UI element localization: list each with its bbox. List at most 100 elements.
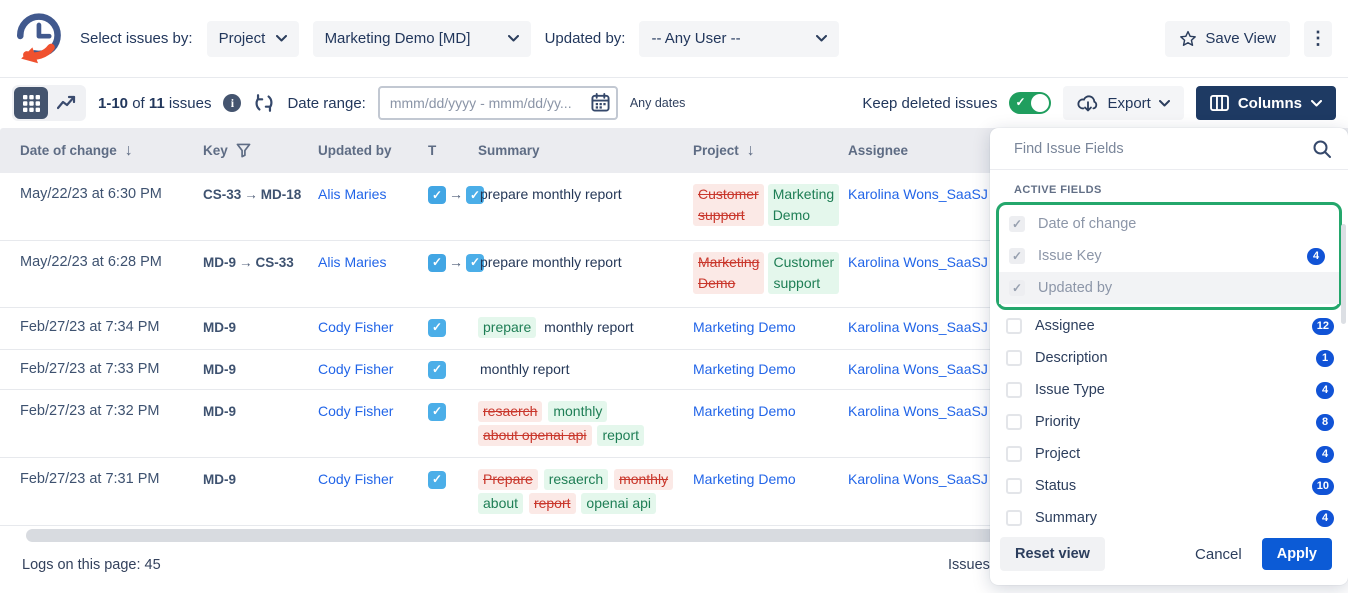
unchecked-checkbox[interactable]: [1006, 446, 1022, 462]
added-value-chip: prepare: [478, 317, 536, 338]
field-item-status[interactable]: Status10: [990, 470, 1348, 502]
sort-desc-icon[interactable]: ↓: [125, 142, 133, 160]
project-link[interactable]: Marketing Demo: [693, 403, 796, 419]
field-label: Assignee: [1035, 318, 1299, 334]
field-item-issue-key[interactable]: ✓Issue Key4: [999, 240, 1339, 272]
field-label: Project: [1035, 446, 1303, 462]
chart-view-button[interactable]: [50, 87, 84, 119]
project-link[interactable]: Marketing Demo: [693, 319, 796, 335]
active-fields-section-label: ACTIVE FIELDS: [990, 180, 1348, 202]
unchecked-checkbox[interactable]: [1006, 478, 1022, 494]
find-issue-fields-input[interactable]: [1014, 141, 1304, 157]
updated-by-label: Updated by:: [545, 30, 626, 47]
calendar-icon[interactable]: [591, 93, 610, 112]
checked-checkbox-icon[interactable]: ✓: [1009, 280, 1025, 296]
field-item-date-of-change[interactable]: ✓Date of change: [999, 208, 1339, 240]
assignee-link[interactable]: Karolina Wons_SaaSJ: [848, 319, 988, 335]
reset-view-button[interactable]: Reset view: [1000, 537, 1105, 571]
apply-button[interactable]: Apply: [1262, 538, 1332, 570]
date-of-change-cell: Feb/27/23 at 7:31 PM: [0, 457, 195, 525]
panel-scrollbar[interactable]: [1341, 224, 1346, 324]
field-item-summary[interactable]: Summary4: [990, 502, 1348, 527]
project-dropdown[interactable]: Marketing Demo [MD]: [313, 21, 531, 57]
unchecked-checkbox[interactable]: [1006, 414, 1022, 430]
field-label: Updated by: [1038, 280, 1325, 296]
user-link[interactable]: Alis Maries: [318, 254, 386, 270]
unchecked-checkbox[interactable]: [1006, 382, 1022, 398]
date-range-label: Date range:: [287, 95, 365, 112]
user-link[interactable]: Cody Fisher: [318, 403, 393, 419]
filter-funnel-icon[interactable]: [236, 143, 251, 158]
arrow-right-icon: →: [241, 187, 261, 202]
issue-key-cell: CS-33→MD-18: [195, 173, 310, 240]
info-icon[interactable]: i: [223, 94, 241, 112]
sort-desc-icon[interactable]: ↓: [747, 142, 755, 160]
unchecked-checkbox[interactable]: [1006, 318, 1022, 334]
assignee-link[interactable]: Karolina Wons_SaaSJ: [848, 403, 988, 419]
field-item-priority[interactable]: Priority8: [990, 406, 1348, 438]
more-options-kebab-icon[interactable]: ⋮: [1304, 21, 1332, 57]
updated-by-dropdown[interactable]: -- Any User --: [639, 21, 839, 57]
column-header-summary[interactable]: Summary: [470, 128, 685, 173]
column-header-type[interactable]: T: [420, 128, 470, 173]
logs-count-text: Logs on this page: 45: [22, 557, 161, 573]
toggle-check-icon: ✓: [1015, 95, 1025, 109]
column-label: Summary: [478, 143, 540, 158]
keep-deleted-toggle[interactable]: ✓: [1009, 92, 1051, 114]
trend-chart-icon: [57, 95, 77, 111]
column-label: Updated by: [318, 143, 392, 158]
keep-deleted-label: Keep deleted issues: [862, 95, 997, 112]
project-link[interactable]: Marketing Demo: [693, 471, 796, 487]
refresh-icon: [253, 92, 275, 114]
cancel-button[interactable]: Cancel: [1195, 546, 1242, 563]
export-button[interactable]: Export: [1063, 86, 1183, 120]
summary-cell: prepare monthly report: [470, 173, 685, 240]
added-value-chip: report: [597, 425, 644, 446]
unchecked-checkbox[interactable]: [1006, 510, 1022, 526]
issue-type-cell: ✓→✓: [420, 173, 470, 240]
app-window: Select issues by: Project Marketing Demo…: [0, 0, 1348, 593]
panel-body: ACTIVE FIELDS ✓Date of change✓Issue Key4…: [990, 170, 1348, 527]
column-header-updated-by[interactable]: Updated by: [310, 128, 420, 173]
issue-type-cell: ✓: [420, 389, 470, 457]
field-label: Priority: [1035, 414, 1303, 430]
summary-line: monthly report: [478, 359, 677, 380]
column-header-key[interactable]: Key: [195, 128, 310, 173]
column-header-date-of-change[interactable]: Date of change↓: [0, 128, 195, 173]
save-view-button[interactable]: Save View: [1165, 21, 1290, 57]
assignee-link[interactable]: Karolina Wons_SaaSJ: [848, 254, 988, 270]
field-count-badge: 10: [1312, 478, 1334, 495]
summary-cell: resaerch monthly about openai api report: [470, 389, 685, 457]
arrow-right-icon: →: [446, 186, 466, 202]
unchecked-checkbox[interactable]: [1006, 350, 1022, 366]
columns-button[interactable]: Columns: [1196, 86, 1336, 120]
assignee-link[interactable]: Karolina Wons_SaaSJ: [848, 186, 988, 202]
field-item-issue-type[interactable]: Issue Type4: [990, 374, 1348, 406]
filter-type-dropdown[interactable]: Project: [207, 21, 299, 57]
field-item-project[interactable]: Project4: [990, 438, 1348, 470]
date-of-change-cell: Feb/27/23 at 7:33 PM: [0, 349, 195, 389]
added-value-chip: Customer support: [768, 252, 839, 294]
field-item-assignee[interactable]: Assignee12: [990, 310, 1348, 342]
project-cell: Marketing Demo: [685, 307, 840, 349]
user-link[interactable]: Cody Fisher: [318, 471, 393, 487]
updated-by-cell: Alis Maries: [310, 173, 420, 240]
user-link[interactable]: Cody Fisher: [318, 319, 393, 335]
project-link[interactable]: Marketing Demo: [693, 361, 796, 377]
date-range-input[interactable]: [378, 86, 618, 120]
column-header-project[interactable]: Project↓: [685, 128, 840, 173]
field-item-updated-by[interactable]: ✓ Updated by: [999, 272, 1339, 304]
assignee-link[interactable]: Karolina Wons_SaaSJ: [848, 361, 988, 377]
checked-checkbox-icon[interactable]: ✓: [1009, 248, 1025, 264]
refresh-button[interactable]: [253, 92, 275, 114]
user-link[interactable]: Cody Fisher: [318, 361, 393, 377]
grid-view-button[interactable]: [14, 87, 48, 119]
user-link[interactable]: Alis Maries: [318, 186, 386, 202]
field-item-description[interactable]: Description1: [990, 342, 1348, 374]
added-value-chip: resaerch: [544, 469, 608, 490]
checked-checkbox-icon[interactable]: ✓: [1009, 216, 1025, 232]
assignee-link[interactable]: Karolina Wons_SaaSJ: [848, 471, 988, 487]
updated-by-cell: Cody Fisher: [310, 307, 420, 349]
summary-text: prepare monthly report: [478, 254, 624, 270]
panel-search-row: [990, 128, 1348, 170]
